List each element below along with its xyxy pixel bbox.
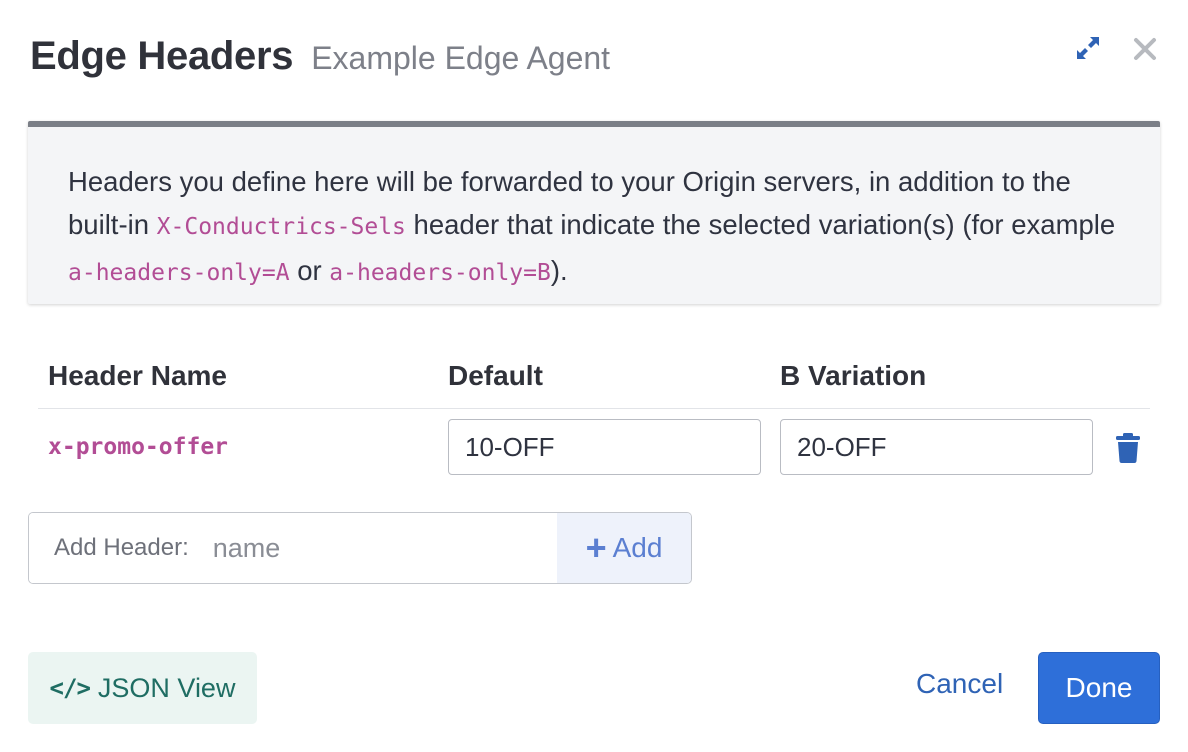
add-header-label: Add Header: xyxy=(54,534,189,561)
json-view-button[interactable]: </> JSON View xyxy=(28,652,257,724)
json-view-label: JSON View xyxy=(97,672,236,703)
table-divider xyxy=(38,408,1150,409)
column-header-name: Header Name xyxy=(48,360,227,391)
dialog-header: Edge Headers Example Edge Agent xyxy=(30,34,610,79)
info-text: Headers you define here will be forwarde… xyxy=(68,160,1120,295)
add-header-group: Add Header: + Add xyxy=(28,512,692,584)
info-text-part: ). xyxy=(550,255,568,286)
add-header-field: Add Header: xyxy=(29,513,557,583)
trash-icon[interactable] xyxy=(1114,432,1142,464)
default-value-input[interactable]: 10-OFF xyxy=(448,419,761,475)
header-code-sels: X-Conductrics-Sels xyxy=(156,214,406,240)
example-code-a: a-headers-only=A xyxy=(68,260,290,286)
cancel-button[interactable]: Cancel xyxy=(916,668,1003,700)
header-name: x-promo-offer xyxy=(48,434,229,460)
code-icon: </> xyxy=(49,674,91,702)
info-text-part: or xyxy=(289,255,330,286)
info-panel: Headers you define here will be forwarde… xyxy=(28,121,1160,304)
dialog-subtitle: Example Edge Agent xyxy=(311,40,611,76)
expand-icon[interactable] xyxy=(1072,32,1104,64)
plus-icon: + xyxy=(585,527,607,568)
dialog-title: Edge Headers xyxy=(30,34,294,78)
close-icon[interactable] xyxy=(1130,34,1160,64)
add-header-button[interactable]: + Add xyxy=(557,513,691,583)
example-code-b: a-headers-only=B xyxy=(329,260,551,286)
b-variation-value-input[interactable]: 20-OFF xyxy=(780,419,1093,475)
info-text-part: header that indicate the selected variat… xyxy=(405,209,1116,240)
column-header-default: Default xyxy=(448,360,543,391)
done-button[interactable]: Done xyxy=(1038,652,1160,724)
column-header-b-variation: B Variation xyxy=(780,360,927,391)
add-button-label: Add xyxy=(612,532,663,563)
add-header-input[interactable] xyxy=(212,532,513,564)
